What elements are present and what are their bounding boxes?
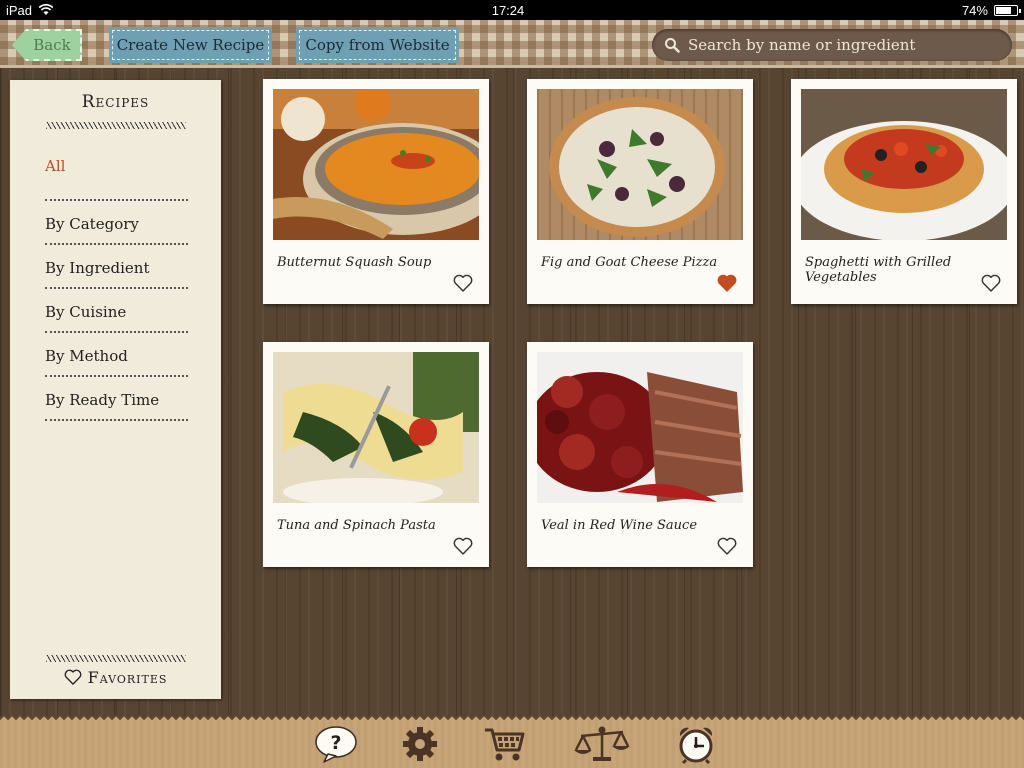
bottom-toolbar: ? — [0, 716, 1024, 768]
scale-icon — [574, 726, 630, 761]
settings-button[interactable] — [398, 724, 442, 764]
favorites-button[interactable]: Favorites — [64, 668, 168, 687]
copy-from-website-button[interactable]: Copy from Website — [296, 27, 459, 63]
help-icon: ? — [315, 726, 357, 763]
gear-icon — [403, 727, 437, 761]
status-bar: iPad 17:24 74% — [0, 0, 1024, 20]
conversion-button[interactable] — [572, 724, 632, 764]
favorites-section: Favorites — [10, 645, 221, 690]
timer-button[interactable] — [674, 724, 718, 764]
sidebar-title: Recipes — [81, 92, 150, 112]
sidebar-item-by-ingredient[interactable]: By Ingredient — [45, 245, 188, 289]
recipe-title: Fig and Goat Cheese Pizza — [541, 255, 718, 270]
toolbar: Back Create New Recipe Copy from Website — [0, 20, 1024, 68]
favorites-label: Favorites — [87, 667, 168, 687]
recipe-title: Veal in Red Wine Sauce — [541, 518, 698, 533]
alarm-clock-icon — [679, 727, 713, 764]
sidebar-item-label: All — [45, 157, 66, 175]
sidebar-item-by-cuisine[interactable]: By Cuisine — [45, 289, 188, 333]
heart-outline-icon[interactable] — [981, 273, 1001, 293]
recipe-card[interactable]: Veal in Red Wine Sauce — [527, 342, 753, 567]
battery-percent: 74% — [961, 2, 988, 18]
wifi-icon — [38, 4, 54, 15]
svg-text:?: ? — [330, 732, 341, 754]
sidebar-item-by-ready-time[interactable]: By Ready Time — [45, 377, 188, 421]
search-input[interactable] — [688, 36, 988, 54]
recipe-photo-veal — [537, 352, 743, 503]
sidebar-item-all[interactable]: All — [45, 157, 188, 201]
shopping-cart-icon — [485, 728, 525, 761]
status-time: 17:24 — [491, 2, 525, 18]
recipe-photo-soup — [273, 89, 479, 240]
heart-filled-icon[interactable] — [717, 273, 737, 293]
sidebar-item-label: By Cuisine — [45, 303, 127, 321]
recipe-card[interactable]: Butternut Squash Soup — [263, 79, 489, 304]
device-label: iPad — [6, 2, 33, 18]
sidebar-item-by-category[interactable]: By Category — [45, 201, 188, 245]
recipe-title: Butternut Squash Soup — [277, 255, 432, 270]
shopping-list-button[interactable] — [482, 724, 526, 764]
sidebar-item-label: By Ingredient — [45, 259, 150, 277]
heart-outline-icon — [64, 669, 81, 685]
search-bar[interactable] — [652, 29, 1012, 61]
sidebar-item-label: By Ready Time — [45, 391, 160, 409]
sidebar-nav: All By Category By Ingredient By Cuisine… — [10, 157, 221, 421]
back-button[interactable]: Back — [12, 29, 82, 61]
divider — [45, 122, 186, 129]
sidebar-item-by-method[interactable]: By Method — [45, 333, 188, 377]
battery-icon — [993, 4, 1021, 16]
recipe-title: Tuna and Spinach Pasta — [277, 518, 436, 533]
heart-outline-icon[interactable] — [717, 536, 737, 556]
create-new-recipe-button[interactable]: Create New Recipe — [109, 27, 272, 63]
recipe-photo-pasta — [273, 352, 479, 503]
recipe-photo-spaghetti — [801, 89, 1007, 240]
sidebar-item-label: By Category — [45, 215, 139, 233]
heart-outline-icon[interactable] — [453, 536, 473, 556]
help-button[interactable]: ? — [314, 724, 358, 764]
recipe-card[interactable]: Fig and Goat Cheese Pizza — [527, 79, 753, 304]
heart-outline-icon[interactable] — [453, 273, 473, 293]
sidebar-item-label: By Method — [45, 347, 128, 365]
recipe-card[interactable]: Spaghetti with Grilled Vegetables — [791, 79, 1017, 304]
recipe-photo-pizza — [537, 89, 743, 240]
divider — [45, 654, 186, 662]
zigzag-edge — [0, 716, 1024, 722]
recipe-card[interactable]: Tuna and Spinach Pasta — [263, 342, 489, 567]
search-icon — [665, 38, 680, 53]
sidebar: Recipes All By Category By Ingredient By… — [10, 80, 221, 699]
